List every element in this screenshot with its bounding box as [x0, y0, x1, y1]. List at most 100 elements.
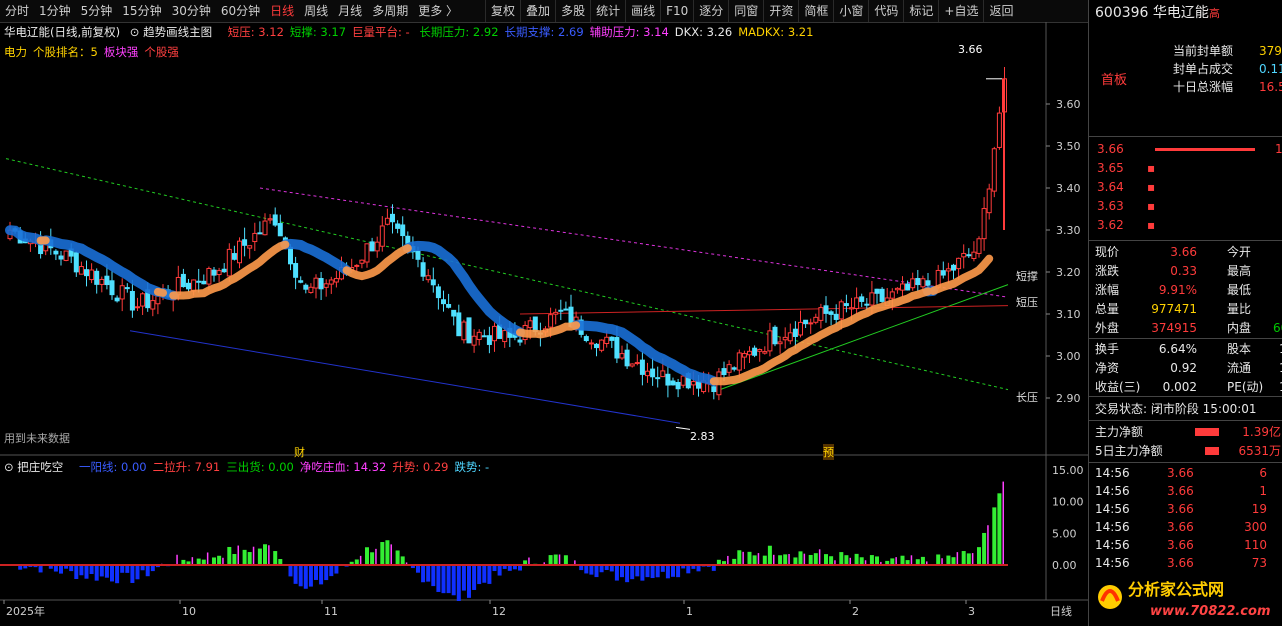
candle-body: [996, 112, 1002, 148]
sub-bar: [482, 565, 487, 583]
indicator-name[interactable]: ⊙ 趋势画线主图: [130, 25, 218, 39]
candle-body: [910, 278, 916, 289]
quote-row-0: 现价 3.66 今开: [1095, 245, 1252, 259]
sub-bar: [319, 565, 324, 585]
candle-body: [435, 286, 441, 299]
candle-body: [986, 188, 992, 214]
sub-bar: [385, 540, 390, 565]
sub-bar: [803, 553, 806, 565]
candle-body: [257, 232, 263, 235]
candle-body: [889, 291, 895, 299]
candle-body: [782, 336, 788, 341]
candle-body: [905, 283, 911, 291]
order-book-row-0: 3.6610: [1097, 142, 1282, 156]
candle-body: [272, 214, 278, 226]
subitems-item-2: 三出货: 0.00: [226, 460, 294, 474]
candle-body: [940, 270, 946, 276]
sub-bar: [293, 565, 298, 584]
kline-chart[interactable]: 3.603.503.403.303.203.103.002.9015.0010.…: [0, 0, 1088, 626]
candle-body: [481, 335, 487, 338]
sub-bar: [416, 565, 420, 573]
candle-body: [629, 363, 635, 367]
financial-marker[interactable]: 财: [294, 444, 305, 460]
sub-bar: [324, 565, 329, 581]
candle-body: [798, 321, 803, 336]
sub-bar: [252, 546, 255, 565]
candle-body: [84, 269, 89, 277]
sub-bar: [650, 565, 655, 579]
candle-body: [762, 351, 768, 354]
sub-bar: [431, 565, 436, 587]
candle-body: [150, 300, 156, 310]
info2-item-2: 板块强: [103, 45, 139, 59]
candle-body: [792, 328, 798, 337]
sub-bar: [176, 554, 178, 565]
info1items-item-6: DKX: 3.26: [674, 25, 733, 39]
candle-body: [619, 353, 625, 359]
sub-bar: [824, 554, 828, 565]
sub-bar: [487, 565, 492, 584]
brand-logo-graphic: 分析家公式网 www.70822.com: [1098, 580, 1271, 619]
candle-body: [813, 316, 819, 323]
candle-body: [119, 285, 125, 300]
candle-body: [293, 263, 299, 278]
candle-body: [864, 303, 870, 306]
info1items-item-5: 辅助压力: 3.14: [589, 25, 669, 39]
candle-body: [527, 320, 533, 329]
candle-body: [354, 264, 360, 267]
sub-bar: [665, 565, 670, 579]
sub-bar: [375, 548, 377, 565]
sub-bar: [762, 555, 767, 565]
sub-bar: [104, 565, 109, 578]
sub-bar: [125, 565, 130, 573]
sub-bar: [966, 553, 971, 565]
sub-tick-3: 0.00: [1052, 559, 1077, 572]
sub-bar: [977, 547, 981, 565]
sub-bar: [130, 565, 135, 583]
tick-row-5: 14:56 3.66 73: [1095, 556, 1267, 570]
sub-bar: [548, 555, 553, 565]
candle-body: [741, 353, 747, 358]
candle-body: [991, 148, 997, 192]
candle-body: [379, 225, 385, 247]
candle-body: [879, 288, 885, 302]
candle-body: [721, 368, 727, 376]
candle-body: [920, 278, 926, 288]
stock-code-name: 600396 华电辽能高: [1095, 5, 1220, 21]
order-book-row-4: 3.62 ▪: [1097, 218, 1156, 232]
candle-body: [752, 347, 758, 356]
candle-body: [298, 280, 304, 283]
candle-body: [400, 224, 406, 237]
candle-body: [415, 250, 421, 260]
sub-bar: [329, 565, 334, 577]
candle-body: [777, 341, 783, 345]
quote-row-3: 总量 977471 量比: [1095, 302, 1252, 316]
sub-bar: [946, 555, 951, 565]
price-tick-2: 3.40: [1056, 182, 1081, 195]
sub-bar: [671, 565, 675, 577]
tick-row-0: 14:56 3.66 6: [1095, 466, 1267, 480]
sub-bar: [206, 552, 209, 565]
sub-bar: [390, 544, 392, 565]
sub-bar: [242, 549, 247, 565]
sub-bar: [783, 554, 788, 565]
sub-bar: [589, 565, 594, 575]
sub-bar: [640, 565, 645, 581]
candle-body: [690, 381, 696, 386]
candle-body: [670, 380, 676, 386]
sub-bar: [747, 551, 752, 565]
sub-bar: [497, 565, 502, 576]
forecast-marker[interactable]: 预: [823, 444, 834, 460]
sub-bar: [767, 545, 772, 565]
stats-row-2: 收益(三)0.002PE(动)1: [1095, 380, 1282, 394]
candle-body: [78, 266, 84, 275]
candle-body: [838, 301, 844, 320]
subitems-item-4: 升势: 0.29: [392, 460, 449, 474]
x-label-2: 11: [324, 605, 338, 618]
dkx-ribbon-up: [36, 236, 994, 386]
sub-indicator-name[interactable]: ⊙ 把庄吃空: [4, 460, 69, 474]
candle-body: [114, 297, 120, 302]
sub-tick-2: 5.00: [1052, 527, 1077, 540]
candle-body: [94, 270, 100, 285]
sub-bar: [563, 555, 568, 565]
